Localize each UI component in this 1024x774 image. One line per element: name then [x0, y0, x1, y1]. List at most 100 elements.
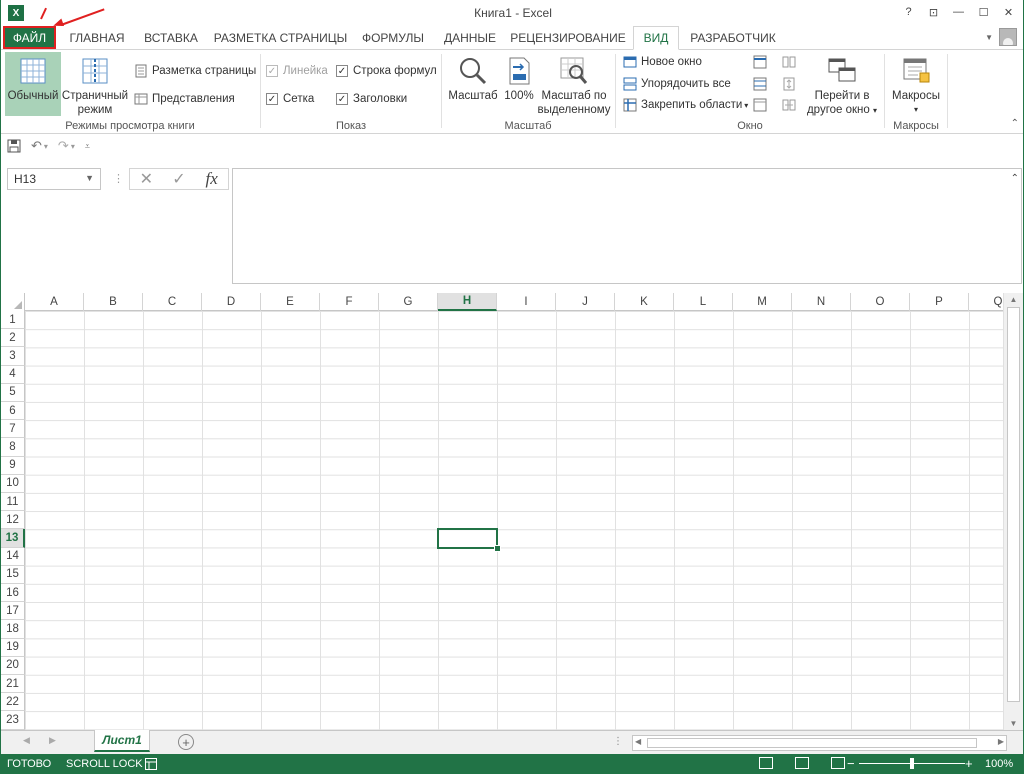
user-dropdown-icon[interactable]: ▼ [985, 33, 993, 42]
row-header-18[interactable]: 18 [1, 620, 25, 639]
select-all-corner[interactable] [1, 293, 25, 311]
redo-dropdown-icon[interactable]: ▾ [71, 142, 75, 151]
column-header-f[interactable]: F [320, 293, 379, 311]
page-layout-shortcut-icon[interactable] [795, 757, 809, 769]
horizontal-scrollbar[interactable]: ◀ ▶ [632, 735, 1007, 751]
column-header-i[interactable]: I [497, 293, 556, 311]
insert-function-icon[interactable]: fx [195, 169, 228, 189]
row-header-20[interactable]: 20 [1, 656, 25, 675]
column-header-o[interactable]: O [851, 293, 910, 311]
row-header-13[interactable]: 13 [1, 529, 25, 548]
view-side-by-side-icon[interactable] [782, 55, 796, 69]
normal-view-button[interactable]: Обычный [5, 52, 61, 116]
new-sheet-button[interactable]: + [178, 734, 194, 750]
help-button[interactable]: ? [896, 2, 921, 22]
column-header-p[interactable]: P [910, 293, 969, 311]
new-window-button[interactable]: Новое окно [623, 53, 702, 71]
scroll-up-icon[interactable]: ▲ [1004, 295, 1023, 304]
ribbon-display-options-button[interactable]: ⊡ [921, 2, 946, 22]
column-header-a[interactable]: A [25, 293, 84, 311]
gridlines-checkbox[interactable]: ✓ Сетка [266, 90, 314, 108]
minimize-button[interactable]: — [946, 2, 971, 22]
row-header-11[interactable]: 11 [1, 493, 25, 512]
tab-insert[interactable]: ВСТАВКА [138, 26, 204, 50]
close-button[interactable]: ✕ [996, 2, 1021, 22]
row-header-21[interactable]: 21 [1, 675, 25, 694]
synchronous-scrolling-icon[interactable] [782, 77, 796, 91]
ruler-checkbox[interactable]: ✓ Линейка [266, 62, 328, 80]
row-header-8[interactable]: 8 [1, 438, 25, 457]
sheet-next-icon[interactable]: ▶ [49, 735, 56, 746]
horizontal-scroll-thumb[interactable] [647, 738, 977, 748]
row-header-4[interactable]: 4 [1, 365, 25, 384]
zoom-out-icon[interactable]: − [847, 756, 855, 771]
page-break-shortcut-icon[interactable] [831, 757, 845, 769]
zoom-slider-thumb[interactable] [910, 758, 914, 769]
row-header-19[interactable]: 19 [1, 638, 25, 657]
custom-views-button[interactable]: Представления [134, 90, 235, 108]
active-cell-h13[interactable] [437, 528, 501, 552]
formula-input[interactable]: ⌃ [232, 168, 1022, 284]
split-icon[interactable] [753, 55, 767, 69]
formula-bar-checkbox[interactable]: ✓ Строка формул [336, 62, 437, 80]
scroll-left-icon[interactable]: ◀ [635, 737, 641, 746]
tab-formulas[interactable]: ФОРМУЛЫ [357, 26, 429, 50]
formula-bar-grip-icon[interactable]: ⋮ [113, 172, 124, 185]
tab-split-grip-icon[interactable]: ⋮ [613, 736, 623, 747]
row-header-22[interactable]: 22 [1, 693, 25, 712]
freeze-panes-button[interactable]: Закрепить области ▾ [623, 96, 748, 114]
headings-checkbox[interactable]: ✓ Заголовки [336, 90, 407, 108]
undo-icon[interactable]: ↶ [31, 138, 42, 154]
undo-dropdown-icon[interactable]: ▾ [44, 142, 48, 151]
zoom-button[interactable]: Масштаб [446, 52, 500, 103]
collapse-formula-bar-icon[interactable]: ⌃ [1011, 173, 1019, 184]
column-header-h[interactable]: H [438, 293, 497, 311]
reset-window-position-icon[interactable] [782, 98, 796, 112]
column-header-m[interactable]: M [733, 293, 792, 311]
sheet-tab-list1[interactable]: Лист1 [94, 730, 150, 752]
scroll-down-icon[interactable]: ▼ [1004, 719, 1023, 728]
cell-area[interactable] [25, 311, 1005, 730]
tab-developer[interactable]: РАЗРАБОТЧИК [685, 26, 781, 50]
name-box[interactable]: H13 ▼ [7, 168, 101, 190]
page-layout-view-button[interactable]: Разметка страницы [134, 62, 256, 80]
column-header-l[interactable]: L [674, 293, 733, 311]
scroll-right-icon[interactable]: ▶ [998, 737, 1004, 746]
name-box-dropdown-icon[interactable]: ▼ [85, 173, 94, 183]
tab-view[interactable]: ВИД [633, 26, 679, 50]
row-header-9[interactable]: 9 [1, 456, 25, 475]
row-header-14[interactable]: 14 [1, 547, 25, 566]
vertical-scrollbar[interactable]: ▲ ▼ [1003, 293, 1023, 730]
customize-qat-icon[interactable]: ⩡ [85, 141, 90, 152]
row-header-7[interactable]: 7 [1, 420, 25, 439]
row-header-10[interactable]: 10 [1, 474, 25, 493]
sheet-prev-icon[interactable]: ◀ [23, 735, 30, 746]
save-icon[interactable] [7, 139, 21, 153]
zoom-level[interactable]: 100% [985, 758, 1013, 770]
row-header-3[interactable]: 3 [1, 347, 25, 366]
row-header-2[interactable]: 2 [1, 329, 25, 348]
zoom-to-selection-button[interactable]: Масштаб по выделенному [536, 52, 612, 117]
switch-windows-button[interactable]: Перейти в другое окно ▾ [806, 52, 878, 118]
row-header-6[interactable]: 6 [1, 402, 25, 421]
redo-icon[interactable]: ↷ [58, 138, 69, 154]
column-header-e[interactable]: E [261, 293, 320, 311]
column-header-j[interactable]: J [556, 293, 615, 311]
arrange-all-button[interactable]: Упорядочить все [623, 75, 731, 93]
enter-entry-icon[interactable]: ✓ [163, 169, 196, 189]
hide-window-icon[interactable] [753, 77, 767, 91]
normal-view-shortcut-icon[interactable] [759, 757, 773, 769]
vertical-scroll-thumb[interactable] [1007, 307, 1020, 702]
tab-file[interactable]: ФАЙЛ [3, 26, 56, 49]
tab-data[interactable]: ДАННЫЕ [437, 26, 503, 50]
macro-recording-icon[interactable] [145, 758, 157, 770]
avatar[interactable] [999, 28, 1017, 46]
zoom-in-icon[interactable]: + [965, 756, 973, 771]
unhide-window-icon[interactable] [753, 98, 767, 112]
row-header-1[interactable]: 1 [1, 311, 25, 330]
column-header-b[interactable]: B [84, 293, 143, 311]
cancel-entry-icon[interactable]: ✕ [130, 169, 163, 189]
row-header-17[interactable]: 17 [1, 602, 25, 621]
collapse-ribbon-icon[interactable]: ⌃ [1011, 118, 1019, 129]
tab-home[interactable]: ГЛАВНАЯ [64, 26, 130, 50]
